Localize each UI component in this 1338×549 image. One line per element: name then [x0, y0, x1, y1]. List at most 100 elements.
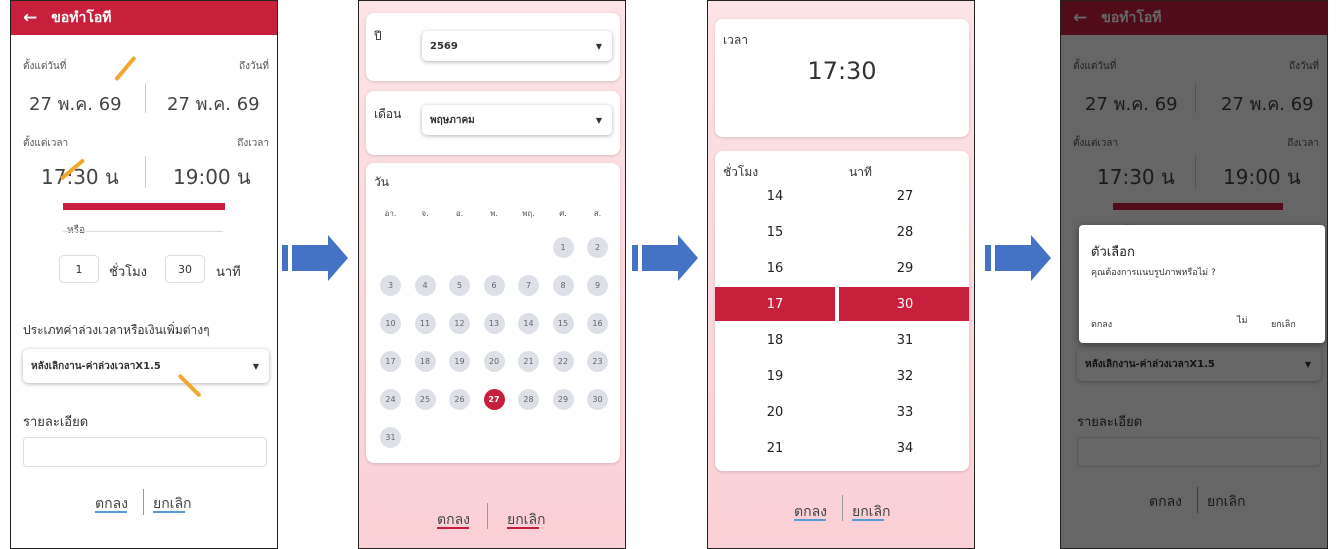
header-title: ขอทำโอที: [51, 10, 112, 26]
app-header: ← ขอทำโอที: [11, 1, 277, 35]
from-date-field[interactable]: 27 พ.ค. 69: [29, 89, 122, 118]
flow-arrow-icon: [985, 235, 1051, 281]
minute-option[interactable]: 30: [845, 297, 965, 312]
calendar-day[interactable]: 26: [449, 389, 470, 410]
calendar-day[interactable]: 9: [587, 275, 608, 296]
dialog-message: คุณต้องการแนบรูปภาพหรือไม่ ?: [1091, 268, 1216, 278]
calendar-card: วัน อา. จ. อ. พ. พฤ. ศ. ส. 1 2 3 4 5 6 7 8 9 10 11 12 13 14 1…: [366, 163, 620, 463]
divider: [145, 156, 146, 188]
month-label: เดือน: [374, 107, 402, 121]
calendar-day[interactable]: 23: [587, 351, 608, 372]
month-select[interactable]: พฤษภาคม ▼: [422, 105, 612, 135]
dialog-title: ตัวเลือก: [1091, 245, 1135, 260]
hours-label: ชั่วโมง: [109, 265, 148, 280]
calendar-day[interactable]: 17: [380, 351, 401, 372]
hour-option[interactable]: 15: [715, 225, 835, 240]
attach-dialog: ตัวเลือก คุณต้องการแนบรูปภาพหรือไม่ ? ตก…: [1079, 225, 1325, 343]
calendar-day[interactable]: 19: [449, 351, 470, 372]
ok-underline: [437, 527, 469, 529]
hour-label: ชั่วโมง: [723, 165, 759, 179]
dialog-ok-button[interactable]: ตกลง: [1091, 317, 1112, 331]
minute-option[interactable]: 27: [845, 189, 965, 204]
year-value: 2569: [430, 40, 458, 52]
divider: [143, 489, 144, 515]
weekday-label: ส.: [593, 209, 602, 218]
highlight-arrow-icon: [114, 55, 137, 82]
calendar-day[interactable]: 31: [380, 427, 401, 448]
calendar-day[interactable]: 11: [414, 313, 436, 334]
calendar-day[interactable]: 3: [380, 275, 401, 296]
calendar-day[interactable]: 29: [552, 389, 574, 410]
dialog-no-button[interactable]: ไม่: [1237, 313, 1247, 327]
time-label: เวลา: [723, 33, 748, 47]
divider: [842, 495, 843, 521]
back-arrow-icon[interactable]: ←: [23, 8, 37, 28]
weekday-label: พฤ.: [522, 209, 535, 218]
to-date-field[interactable]: 27 พ.ค. 69: [167, 89, 260, 118]
calendar-day[interactable]: 24: [380, 389, 401, 410]
hour-option[interactable]: 20: [715, 405, 835, 420]
to-time-label: ถึงเวลา: [237, 138, 269, 149]
calendar-day[interactable]: 30: [587, 389, 608, 410]
from-time-label: ตั้งแต่เวลา: [23, 138, 69, 149]
hour-option[interactable]: 17: [715, 297, 835, 312]
hour-option[interactable]: 21: [715, 441, 835, 456]
weekday-label: พ.: [490, 209, 498, 218]
calendar-day[interactable]: 25: [414, 389, 436, 410]
day-label: วัน: [374, 175, 389, 189]
dropdown-caret-icon: ▼: [595, 115, 602, 125]
calendar-day[interactable]: 28: [518, 389, 539, 410]
dialog-cancel-button[interactable]: ยกเลิก: [1271, 317, 1296, 331]
time-wheel-card: ชั่วโมง นาที 14 15 16 17 18 19 20 21 27 28 29 30 31 3…: [715, 151, 969, 471]
ot-type-select[interactable]: หลังเลิกงาน-ค่าล่วงเวลาX1.5 ▼: [23, 349, 269, 383]
calendar-day[interactable]: 22: [552, 351, 574, 372]
calendar-day[interactable]: 12: [449, 313, 470, 334]
calendar-day[interactable]: 16: [587, 313, 608, 334]
minute-option[interactable]: 33: [845, 405, 965, 420]
flow-arrow-icon: [632, 235, 698, 281]
calendar-day[interactable]: 14: [518, 313, 539, 334]
calendar-day[interactable]: 8: [552, 275, 574, 296]
divider: [63, 231, 223, 232]
flow-arrow-icon: [282, 235, 348, 281]
calendar-day[interactable]: 13: [483, 313, 505, 334]
calendar-day[interactable]: 7: [518, 275, 539, 296]
minute-option[interactable]: 28: [845, 225, 965, 240]
year-card: ปี 2569 ▼: [366, 13, 620, 81]
year-label: ปี: [374, 29, 382, 43]
ot-type-value: หลังเลิกงาน-ค่าล่วงเวลาX1.5: [31, 360, 161, 372]
cancel-underline: [852, 519, 884, 521]
hour-option[interactable]: 19: [715, 369, 835, 384]
calendar-day[interactable]: 1: [552, 237, 574, 258]
minute-label: นาที: [849, 165, 872, 179]
hour-option[interactable]: 14: [715, 189, 835, 204]
minute-option[interactable]: 31: [845, 333, 965, 348]
calendar-day[interactable]: 6: [483, 275, 505, 296]
time-card: เวลา 17:30: [715, 19, 969, 137]
calendar-day[interactable]: 18: [414, 351, 436, 372]
calendar-day[interactable]: 2: [587, 237, 608, 258]
hours-input[interactable]: 1: [59, 255, 99, 283]
weekday-label: อา.: [384, 209, 397, 218]
calendar-day[interactable]: 20: [483, 351, 505, 372]
minute-option[interactable]: 32: [845, 369, 965, 384]
minute-option[interactable]: 34: [845, 441, 965, 456]
calendar-day[interactable]: 5: [449, 275, 470, 296]
calendar-day[interactable]: 15: [552, 313, 574, 334]
minute-option[interactable]: 29: [845, 261, 965, 276]
to-time-field[interactable]: 19:00 น: [173, 161, 251, 193]
minutes-input[interactable]: 30: [165, 255, 205, 283]
calendar-day[interactable]: 10: [380, 313, 401, 334]
calendar-day[interactable]: 27: [483, 389, 505, 410]
ok-underline: [794, 519, 826, 521]
calendar-day[interactable]: 4: [414, 275, 436, 296]
hour-option[interactable]: 16: [715, 261, 835, 276]
detail-label: รายละเอียด: [23, 415, 89, 430]
time-picker-screen: เวลา 17:30 ชั่วโมง นาที 14 15 16 17 18 19 20 21…: [707, 0, 975, 549]
hour-option[interactable]: 18: [715, 333, 835, 348]
calendar-day[interactable]: 21: [518, 351, 539, 372]
year-select[interactable]: 2569 ▼: [422, 31, 612, 61]
to-date-label: ถึงวันที่: [239, 61, 269, 72]
divider: [145, 83, 146, 113]
detail-input[interactable]: [23, 437, 267, 467]
